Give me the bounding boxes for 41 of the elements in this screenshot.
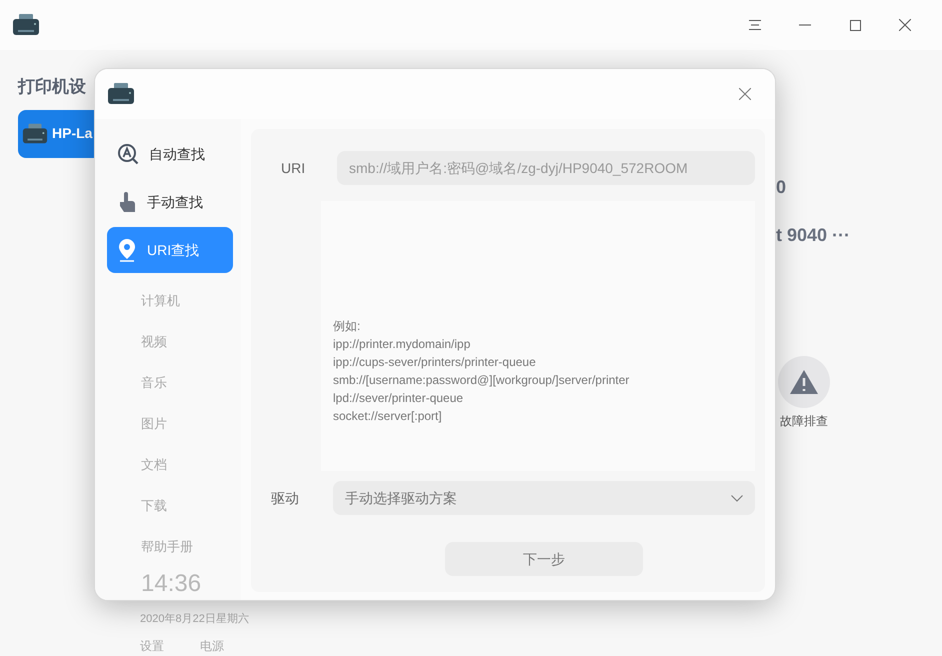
example-text: lpd://sever/printer-queue	[333, 390, 464, 407]
driver-label: 驱动	[270, 488, 300, 508]
printer-icon	[22, 122, 48, 146]
troubleshoot-button[interactable]: 故障排查	[774, 356, 834, 430]
example-text: 例如:	[333, 318, 362, 335]
hand-pointer-icon	[117, 191, 137, 213]
launcher-item: 视频	[141, 333, 167, 351]
uri-input-field[interactable]: smb://域用户名:密码@域名/zg-dyj/HP9040_572ROOM	[337, 151, 755, 185]
launcher-item: 图片	[141, 415, 167, 433]
printer-icon	[107, 82, 135, 106]
printer-detail-text: t 9040 ···	[776, 224, 852, 247]
launcher-item: 计算机	[141, 292, 180, 310]
minimize-icon	[799, 24, 811, 26]
nav-item[interactable]: 手动查找	[107, 179, 233, 225]
printer-icon	[12, 13, 40, 37]
launcher-action: 设置	[140, 638, 164, 655]
printer-detail-text: 0	[776, 176, 788, 199]
close-icon	[739, 88, 751, 100]
clock-text: 14:36	[141, 569, 202, 599]
menu-icon	[749, 20, 761, 30]
search-icon	[117, 143, 139, 165]
uri-label: URI	[280, 158, 306, 178]
launcher-item: 下载	[141, 497, 167, 515]
launcher-item: 文档	[141, 456, 167, 474]
chevron-down-icon	[731, 494, 743, 502]
example-text: socket://server[:port]	[333, 408, 443, 425]
close-icon	[899, 19, 911, 31]
example-text: smb://[username:password@][workgroup/]server/printer	[333, 372, 630, 389]
location-pin-icon	[117, 238, 137, 262]
example-text: ipp://printer.mydomain/ipp	[333, 336, 472, 353]
driver-select[interactable]: 手动选择驱动方案	[333, 481, 755, 515]
sidebar-title: 打印机设	[18, 76, 86, 98]
nav-item[interactable]: URI查找	[107, 227, 233, 273]
warning-icon	[778, 356, 830, 408]
example-text: ipp://cups-sever/printers/printer-queue	[333, 354, 537, 371]
next-button[interactable]: 下一步	[445, 542, 643, 576]
launcher-item: 音乐	[141, 374, 167, 392]
launcher-action: 电源	[200, 638, 224, 655]
maximize-icon	[850, 20, 860, 30]
date-text: 2020年8月22日星期六	[140, 612, 249, 626]
launcher-item: 帮助手册	[141, 538, 193, 556]
